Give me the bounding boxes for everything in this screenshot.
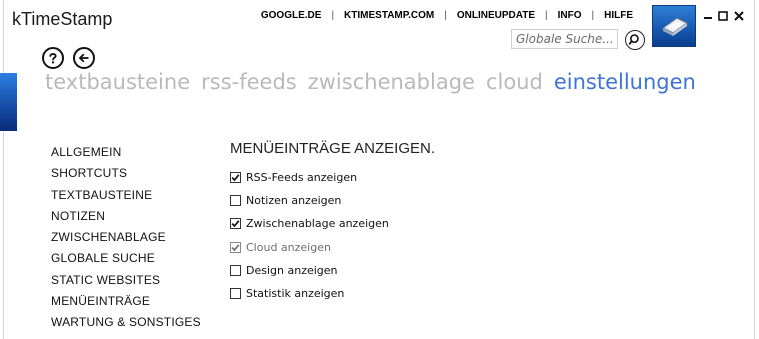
topnav-link-hilfe[interactable]: HILFE: [604, 10, 633, 21]
option-label: Zwischenablage anzeigen: [246, 217, 389, 231]
sidebar-item-shortcuts[interactable]: SHORTCUTS: [51, 166, 201, 187]
sidebar-item-globale-suche[interactable]: GLOBALE SUCHE: [51, 251, 201, 272]
back-button[interactable]: [73, 47, 95, 69]
checkbox[interactable]: [230, 195, 241, 207]
topnav-separator: |: [444, 10, 447, 21]
checkmark-icon: [231, 220, 240, 228]
top-navigation: GOOGLE.DE | KTIMESTAMP.COM | ONLINEUPDAT…: [261, 10, 633, 21]
main-tabs: textbausteine rss-feeds zwischenablage c…: [45, 70, 707, 94]
tab-einstellungen[interactable]: einstellungen: [554, 70, 696, 94]
app-logo: [652, 5, 696, 47]
topnav-link-ktimestamp[interactable]: KTIMESTAMP.COM: [344, 10, 434, 21]
option-design[interactable]: Design anzeigen: [230, 259, 389, 282]
topnav-link-info[interactable]: INFO: [558, 10, 582, 21]
tab-rss-feeds[interactable]: rss-feeds: [201, 70, 297, 94]
topnav-separator: |: [591, 10, 595, 21]
option-statistik[interactable]: Statistik anzeigen: [230, 282, 389, 305]
minimize-button[interactable]: [701, 9, 715, 23]
option-label: Design anzeigen: [246, 263, 338, 277]
stamp-logo-icon: [662, 17, 688, 36]
checkbox[interactable]: [230, 288, 241, 300]
sidebar-item-wartung-sonstiges[interactable]: WARTUNG & SONSTIGES: [51, 315, 201, 336]
search-icon: [628, 34, 639, 45]
option-label: Notizen anzeigen: [246, 194, 342, 208]
back-arrow-icon: [78, 53, 89, 63]
sidebar-item-textbausteine[interactable]: TEXTBAUSTEINE: [51, 188, 201, 209]
settings-sidebar: ALLGEMEIN SHORTCUTS TEXTBAUSTEINE NOTIZE…: [51, 145, 201, 337]
close-button[interactable]: [732, 9, 746, 23]
sidebar-item-allgemein[interactable]: ALLGEMEIN: [51, 145, 201, 166]
option-notizen[interactable]: Notizen anzeigen: [230, 189, 389, 212]
option-label: Statistik anzeigen: [246, 287, 345, 301]
checkbox[interactable]: [230, 218, 241, 230]
checkmark-icon: [231, 174, 240, 182]
search-button[interactable]: [625, 30, 645, 50]
option-zwischenablage[interactable]: Zwischenablage anzeigen: [230, 212, 389, 235]
close-icon: [734, 11, 744, 21]
app-window: kTimeStamp GOOGLE.DE | KTIMESTAMP.COM | …: [3, 0, 755, 339]
maximize-button[interactable]: [716, 9, 730, 23]
checkbox[interactable]: [230, 264, 241, 276]
sidebar-item-menueintraege[interactable]: MENÜEINTRÄGE: [51, 294, 201, 315]
minimize-icon: [704, 17, 712, 19]
sidebar-item-notizen[interactable]: NOTIZEN: [51, 209, 201, 230]
maximize-icon: [718, 11, 728, 21]
topnav-link-google[interactable]: GOOGLE.DE: [261, 10, 322, 21]
menu-options-list: RSS-Feeds anzeigen Notizen anzeigen Zwis…: [230, 166, 389, 305]
checkmark-icon: [231, 243, 240, 251]
option-label: RSS-Feeds anzeigen: [246, 171, 358, 185]
help-icon: [49, 53, 57, 64]
option-label: Cloud anzeigen: [246, 240, 331, 254]
tab-textbausteine[interactable]: textbausteine: [45, 70, 190, 94]
checkbox[interactable]: [230, 172, 241, 184]
help-button[interactable]: [42, 47, 64, 69]
tab-zwischenablage[interactable]: zwischenablage: [308, 70, 475, 94]
topnav-separator: |: [545, 10, 548, 21]
checkbox[interactable]: [230, 241, 241, 253]
global-search-input[interactable]: [511, 29, 618, 49]
section-title: MENÜEINTRÄGE ANZEIGEN.: [230, 140, 436, 157]
sidebar-item-zwischenablage[interactable]: ZWISCHENABLAGE: [51, 230, 201, 251]
tab-cloud[interactable]: cloud: [486, 70, 543, 94]
option-rss-feeds[interactable]: RSS-Feeds anzeigen: [230, 166, 389, 189]
topnav-link-onlineupdate[interactable]: ONLINEUPDATE: [457, 10, 535, 21]
accent-bar: [0, 73, 17, 131]
topnav-separator: |: [331, 10, 335, 21]
option-cloud[interactable]: Cloud anzeigen: [230, 236, 389, 259]
app-title: kTimeStamp: [12, 9, 113, 29]
sidebar-item-static-websites[interactable]: STATIC WEBSITES: [51, 273, 201, 294]
